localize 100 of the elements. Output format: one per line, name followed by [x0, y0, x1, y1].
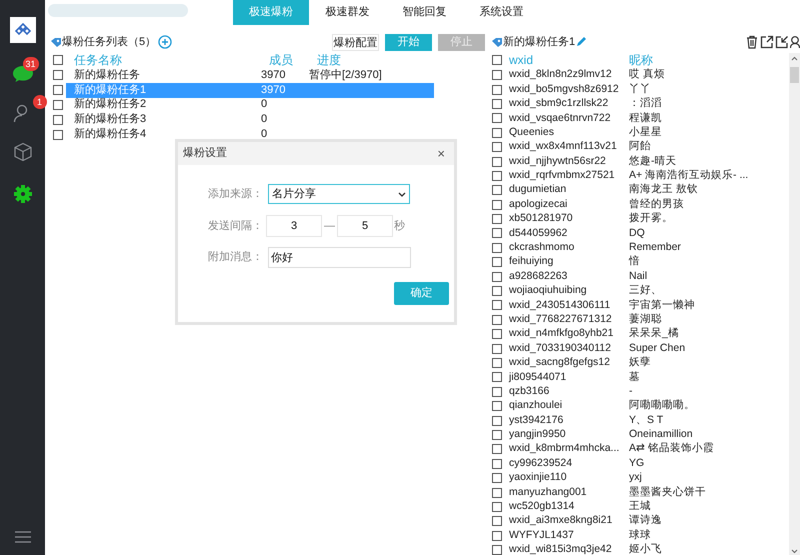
checkbox[interactable]: [492, 416, 502, 426]
checkbox[interactable]: [492, 329, 502, 340]
table-cell-text: 新的爆粉任务2: [73, 98, 148, 112]
table-cell-text: A⇄ 铭品装饰小霞: [629, 441, 714, 456]
table-cell-text: a928682263: [509, 268, 568, 284]
confirm-button[interactable]: 确定: [394, 282, 449, 305]
scroll-thumb[interactable]: [790, 67, 799, 83]
checkbox[interactable]: [492, 314, 502, 325]
table-cell-text: ji809544071: [509, 370, 568, 385]
menu-icon[interactable]: [14, 531, 30, 543]
column-header[interactable]: 任务名称: [74, 51, 269, 69]
table-cell-text: yangjin9950: [509, 427, 567, 442]
checkbox[interactable]: [492, 228, 502, 238]
source-dropdown[interactable]: 名片分享: [268, 184, 410, 204]
table-cell-text: wc520gb1314: [509, 499, 576, 514]
checkbox[interactable]: [492, 257, 502, 268]
table-cell-text: wxid_7768227671312: [509, 312, 613, 327]
checkbox[interactable]: [492, 84, 502, 95]
checkbox[interactable]: [492, 344, 502, 354]
table-cell-text: 球球: [629, 528, 651, 543]
checkbox[interactable]: [492, 185, 502, 196]
table-cell-text: wxid_sbm9c1rzllsk22: [509, 96, 610, 112]
tab[interactable]: 极速爆粉: [233, 0, 309, 25]
scroll-down-icon[interactable]: [791, 549, 798, 554]
checkbox[interactable]: [53, 100, 63, 110]
table-cell-text: Queenies: [509, 124, 555, 140]
trash-icon[interactable]: [745, 35, 759, 49]
column-header[interactable]: 成员: [269, 51, 317, 69]
column-header[interactable]: 昵称: [629, 50, 789, 68]
toolbar-button[interactable]: 开始: [385, 34, 432, 50]
checkbox[interactable]: [492, 430, 502, 440]
checkbox[interactable]: [492, 170, 502, 181]
checkbox[interactable]: [492, 272, 502, 282]
table-cell-text: 3970: [261, 68, 286, 82]
checkbox[interactable]: [492, 502, 502, 512]
checkbox[interactable]: [492, 128, 502, 138]
table-cell-text: A+ 海南浩衔互动娱乐- ...: [629, 168, 748, 183]
checkbox[interactable]: [492, 142, 502, 152]
table-cell-text: manyuzhang001: [509, 484, 588, 500]
table-cell-text: wxid_rqrfvmbmx27521: [509, 168, 616, 184]
table-cell-text: 曾经的男孩: [629, 196, 684, 212]
checkbox[interactable]: [492, 214, 502, 224]
table-cell-text: ckcrashmomo: [509, 240, 576, 256]
table-cell-text: WYFYJL1437: [509, 528, 575, 543]
checkbox[interactable]: [492, 516, 502, 526]
panel-title: 爆粉任务列表（5）: [62, 34, 156, 50]
interval-max-field[interactable]: 5: [337, 215, 393, 237]
table-cell-text: 墓: [629, 370, 640, 385]
column-header[interactable]: 进度: [317, 51, 437, 69]
table-cell-text: 妖孽: [629, 355, 651, 370]
checkbox[interactable]: [492, 372, 502, 382]
toolbar-button[interactable]: 爆粉配置: [332, 34, 379, 50]
checkbox[interactable]: [492, 530, 502, 541]
app-logo: [10, 17, 36, 43]
interval-min-field[interactable]: 3: [266, 215, 322, 237]
chevron-down-icon: [398, 192, 406, 196]
checkbox[interactable]: [492, 98, 502, 109]
pencil-icon[interactable]: [575, 36, 588, 48]
checkbox[interactable]: [53, 70, 63, 80]
checkbox[interactable]: [53, 55, 63, 65]
close-button[interactable]: ×: [433, 147, 449, 160]
export-icon[interactable]: [760, 35, 774, 49]
checkbox[interactable]: [53, 130, 63, 140]
checkbox[interactable]: [492, 444, 502, 454]
table-cell-text: Nail: [629, 268, 648, 284]
checkbox[interactable]: [492, 358, 502, 368]
checkbox[interactable]: [492, 286, 502, 296]
checkbox[interactable]: [492, 488, 502, 498]
checkbox[interactable]: [492, 70, 502, 80]
column-header[interactable]: wxid: [509, 50, 629, 68]
table-cell-text: yaoxinjie110: [509, 470, 568, 486]
tag-icon: [491, 36, 503, 48]
checkbox[interactable]: [492, 242, 502, 253]
user-icon[interactable]: [790, 35, 800, 49]
checkbox[interactable]: [492, 458, 502, 469]
checkbox[interactable]: [492, 545, 502, 555]
scroll-up-icon[interactable]: [791, 56, 798, 61]
table-cell-text: wxid_2430514306111: [509, 298, 612, 313]
import-icon[interactable]: [775, 35, 789, 49]
table-cell-text: wojiaoqiuhuibing: [509, 283, 588, 298]
add-icon[interactable]: [158, 35, 172, 49]
table-cell-text: wxid_sacng8fgefgs12: [509, 355, 611, 370]
checkbox[interactable]: [53, 114, 63, 125]
table-cell-text: 三好、: [629, 283, 662, 298]
checkbox[interactable]: [53, 85, 63, 96]
checkbox[interactable]: [492, 401, 502, 412]
selected-row[interactable]: 新的爆粉任务1 3970: [66, 82, 434, 98]
table-cell-text: 新的爆粉任务4: [73, 128, 148, 142]
checkbox[interactable]: [492, 113, 502, 124]
checkbox[interactable]: [492, 386, 502, 397]
message-field[interactable]: 你好: [268, 246, 411, 268]
checkbox[interactable]: [492, 473, 502, 484]
table-cell-text: 愔: [629, 254, 640, 270]
panel-title: 新的爆粉任务1: [503, 34, 576, 50]
checkbox[interactable]: [492, 54, 502, 64]
checkbox[interactable]: [492, 300, 502, 310]
checkbox[interactable]: [492, 156, 502, 167]
checkbox[interactable]: [492, 200, 502, 210]
table-cell-text: -: [629, 384, 632, 399]
table-cell-text: Super Chen: [629, 340, 686, 356]
